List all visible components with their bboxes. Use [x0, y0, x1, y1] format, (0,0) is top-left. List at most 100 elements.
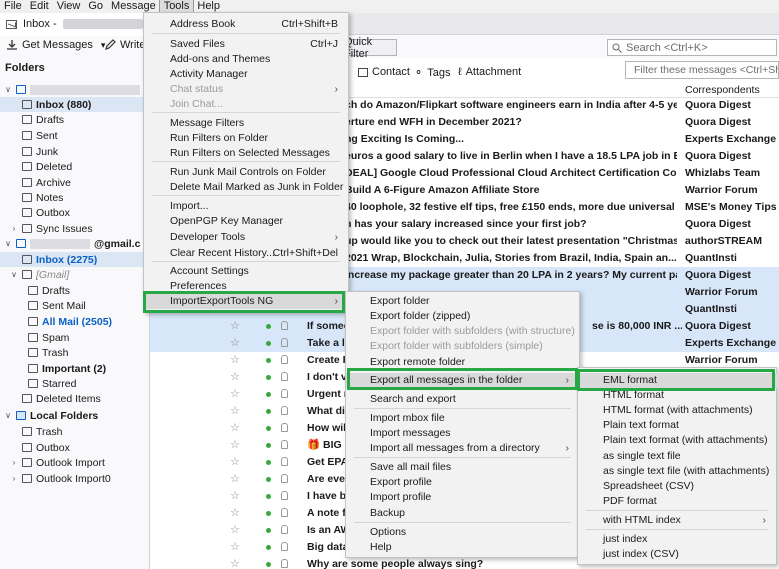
star-icon[interactable]: ☆ — [230, 557, 240, 569]
folder-deleted[interactable]: Deleted — [22, 159, 72, 174]
menu-item-html-format-with-attachments[interactable]: HTML format (with attachments) — [578, 403, 778, 418]
unread-dot-icon[interactable] — [266, 528, 271, 533]
menu-view[interactable]: View — [53, 0, 85, 13]
star-icon[interactable]: ☆ — [230, 506, 240, 519]
junk-status-icon[interactable] — [281, 457, 288, 466]
junk-status-icon[interactable] — [281, 508, 288, 517]
menu-item-export-folder[interactable]: Export folder — [346, 294, 581, 309]
folder-outlook-import[interactable]: › Outlook Import — [10, 455, 105, 470]
junk-status-icon[interactable] — [281, 338, 288, 347]
chevron-right-icon[interactable]: › — [10, 224, 18, 233]
unread-dot-icon[interactable] — [266, 460, 271, 465]
folder-outbox[interactable]: Outbox — [22, 205, 70, 220]
star-icon[interactable]: ☆ — [230, 489, 240, 502]
unread-dot-icon[interactable] — [266, 392, 271, 397]
filter-messages-input[interactable]: Filter these messages <Ctrl+Shift — [625, 61, 779, 79]
star-icon[interactable]: ☆ — [230, 523, 240, 536]
star-icon[interactable]: ☆ — [230, 455, 240, 468]
menu-item-options[interactable]: Options — [346, 525, 581, 540]
star-icon[interactable]: ☆ — [230, 353, 240, 366]
unread-dot-icon[interactable] — [266, 324, 271, 329]
folder-gmail-starred[interactable]: Starred — [28, 376, 76, 391]
menu-item-plain-text-format[interactable]: Plain text format — [578, 418, 778, 433]
chevron-down-icon[interactable]: ∨ — [4, 239, 12, 248]
chevron-right-icon[interactable]: › — [10, 458, 18, 467]
chevron-down-icon[interactable]: ∨ — [4, 85, 12, 94]
menu-item-plain-text-format-with-attachments[interactable]: Plain text format (with attachments) — [578, 433, 778, 448]
unread-dot-icon[interactable] — [266, 494, 271, 499]
folder-drafts[interactable]: Drafts — [22, 112, 64, 127]
menu-item-add-ons-and-themes[interactable]: Add-ons and Themes — [144, 52, 350, 67]
filter-attachment-button[interactable]: ℓ Attachment — [458, 66, 521, 78]
menu-item-address-book[interactable]: Address Book Ctrl+Shift+B — [144, 17, 350, 32]
star-icon[interactable]: ☆ — [230, 387, 240, 400]
star-icon[interactable]: ☆ — [230, 319, 240, 332]
folder-gmail-allmail[interactable]: All Mail (2505) — [28, 314, 112, 329]
menu-item-developer-tools[interactable]: Developer Tools › — [144, 230, 350, 245]
menu-item-backup[interactable]: Backup — [346, 506, 581, 521]
menu-file[interactable]: File — [0, 0, 26, 13]
folder-gmail-inbox[interactable]: Inbox (2275) — [0, 252, 149, 267]
menu-item-run-junk-mail-controls-on-folder[interactable]: Run Junk Mail Controls on Folder — [144, 165, 350, 180]
menu-item-with-html-index[interactable]: with HTML index › — [578, 513, 778, 528]
folder-gmail-spam[interactable]: Spam — [28, 330, 69, 345]
folder-local-trash[interactable]: Trash — [22, 424, 62, 439]
unread-dot-icon[interactable] — [266, 426, 271, 431]
menu-item-as-single-text-file[interactable]: as single text file — [578, 449, 778, 464]
folder-gmail-drafts[interactable]: Drafts — [28, 283, 70, 298]
filter-tags-button[interactable]: ⚬ Tags — [414, 66, 450, 80]
menu-item-run-filters-on-folder[interactable]: Run Filters on Folder — [144, 131, 350, 146]
junk-status-icon[interactable] — [281, 372, 288, 381]
menu-item-search-and-export[interactable]: Search and export — [346, 392, 581, 407]
folder-junk[interactable]: Junk — [22, 144, 58, 159]
account-2[interactable]: ∨ @gmail.c — [4, 236, 140, 251]
junk-status-icon[interactable] — [281, 542, 288, 551]
menu-item-import[interactable]: Import... — [144, 199, 350, 214]
menu-item-delete-mail-marked-as-junk-in-folder[interactable]: Delete Mail Marked as Junk in Folder — [144, 180, 350, 195]
folder-gmail-sent[interactable]: Sent Mail — [28, 298, 86, 313]
menu-item-account-settings[interactable]: Account Settings — [144, 264, 350, 279]
unread-dot-icon[interactable] — [266, 409, 271, 414]
menu-item-save-all-mail-files[interactable]: Save all mail files — [346, 460, 581, 475]
folder-outlook-import0[interactable]: › Outlook Import0 — [10, 471, 111, 486]
unread-dot-icon[interactable] — [266, 562, 271, 567]
chevron-right-icon[interactable]: › — [10, 474, 18, 483]
tab-inbox[interactable]: Inbox - — [0, 13, 145, 35]
folder-sync-issues[interactable]: › Sync Issues — [10, 221, 93, 236]
search-input[interactable]: Search <Ctrl+K> — [607, 39, 777, 56]
junk-status-icon[interactable] — [281, 389, 288, 398]
star-icon[interactable]: ☆ — [230, 370, 240, 383]
menu-item-message-filters[interactable]: Message Filters — [144, 116, 350, 131]
folder-notes[interactable]: Notes — [22, 190, 63, 205]
star-icon[interactable]: ☆ — [230, 421, 240, 434]
quick-filter-button[interactable]: Quick Filter — [343, 36, 397, 60]
menu-item-as-single-text-file-with-attachments[interactable]: as single text file (with attachments) — [578, 464, 778, 479]
unread-dot-icon[interactable] — [266, 511, 271, 516]
menu-item-openpgp-key-manager[interactable]: OpenPGP Key Manager — [144, 214, 350, 229]
menu-item-import-messages[interactable]: Import messages — [346, 426, 581, 441]
menu-item-export-folder-zipped[interactable]: Export folder (zipped) — [346, 309, 581, 324]
write-button[interactable]: Write — [104, 39, 145, 51]
menu-item-help[interactable]: Help — [346, 540, 581, 555]
menu-item-run-filters-on-selected-messages[interactable]: Run Filters on Selected Messages — [144, 146, 350, 161]
correspondents-column[interactable]: Correspondents — [685, 84, 760, 96]
menu-edit[interactable]: Edit — [26, 0, 53, 13]
junk-status-icon[interactable] — [281, 321, 288, 330]
junk-status-icon[interactable] — [281, 559, 288, 568]
unread-dot-icon[interactable] — [266, 443, 271, 448]
star-icon[interactable]: ☆ — [230, 438, 240, 451]
chevron-down-icon[interactable]: ∨ — [4, 411, 12, 420]
junk-status-icon[interactable] — [281, 355, 288, 364]
filter-contact-button[interactable]: Contact — [358, 66, 410, 78]
unread-dot-icon[interactable] — [266, 545, 271, 550]
unread-dot-icon[interactable] — [266, 358, 271, 363]
account-local[interactable]: ∨ Local Folders — [4, 408, 98, 423]
menu-item-just-index-csv[interactable]: just index (CSV) — [578, 547, 778, 562]
folder-archive[interactable]: Archive — [22, 175, 71, 190]
menu-item-export-profile[interactable]: Export profile — [346, 475, 581, 490]
folder-gmail-group[interactable]: ∨ [Gmail] — [10, 267, 69, 282]
menu-item-spreadsheet-csv[interactable]: Spreadsheet (CSV) — [578, 479, 778, 494]
folder-deleted-items[interactable]: Deleted Items — [22, 391, 101, 406]
menu-go[interactable]: Go — [84, 0, 107, 13]
menu-item-import-mbox-file[interactable]: Import mbox file — [346, 411, 581, 426]
